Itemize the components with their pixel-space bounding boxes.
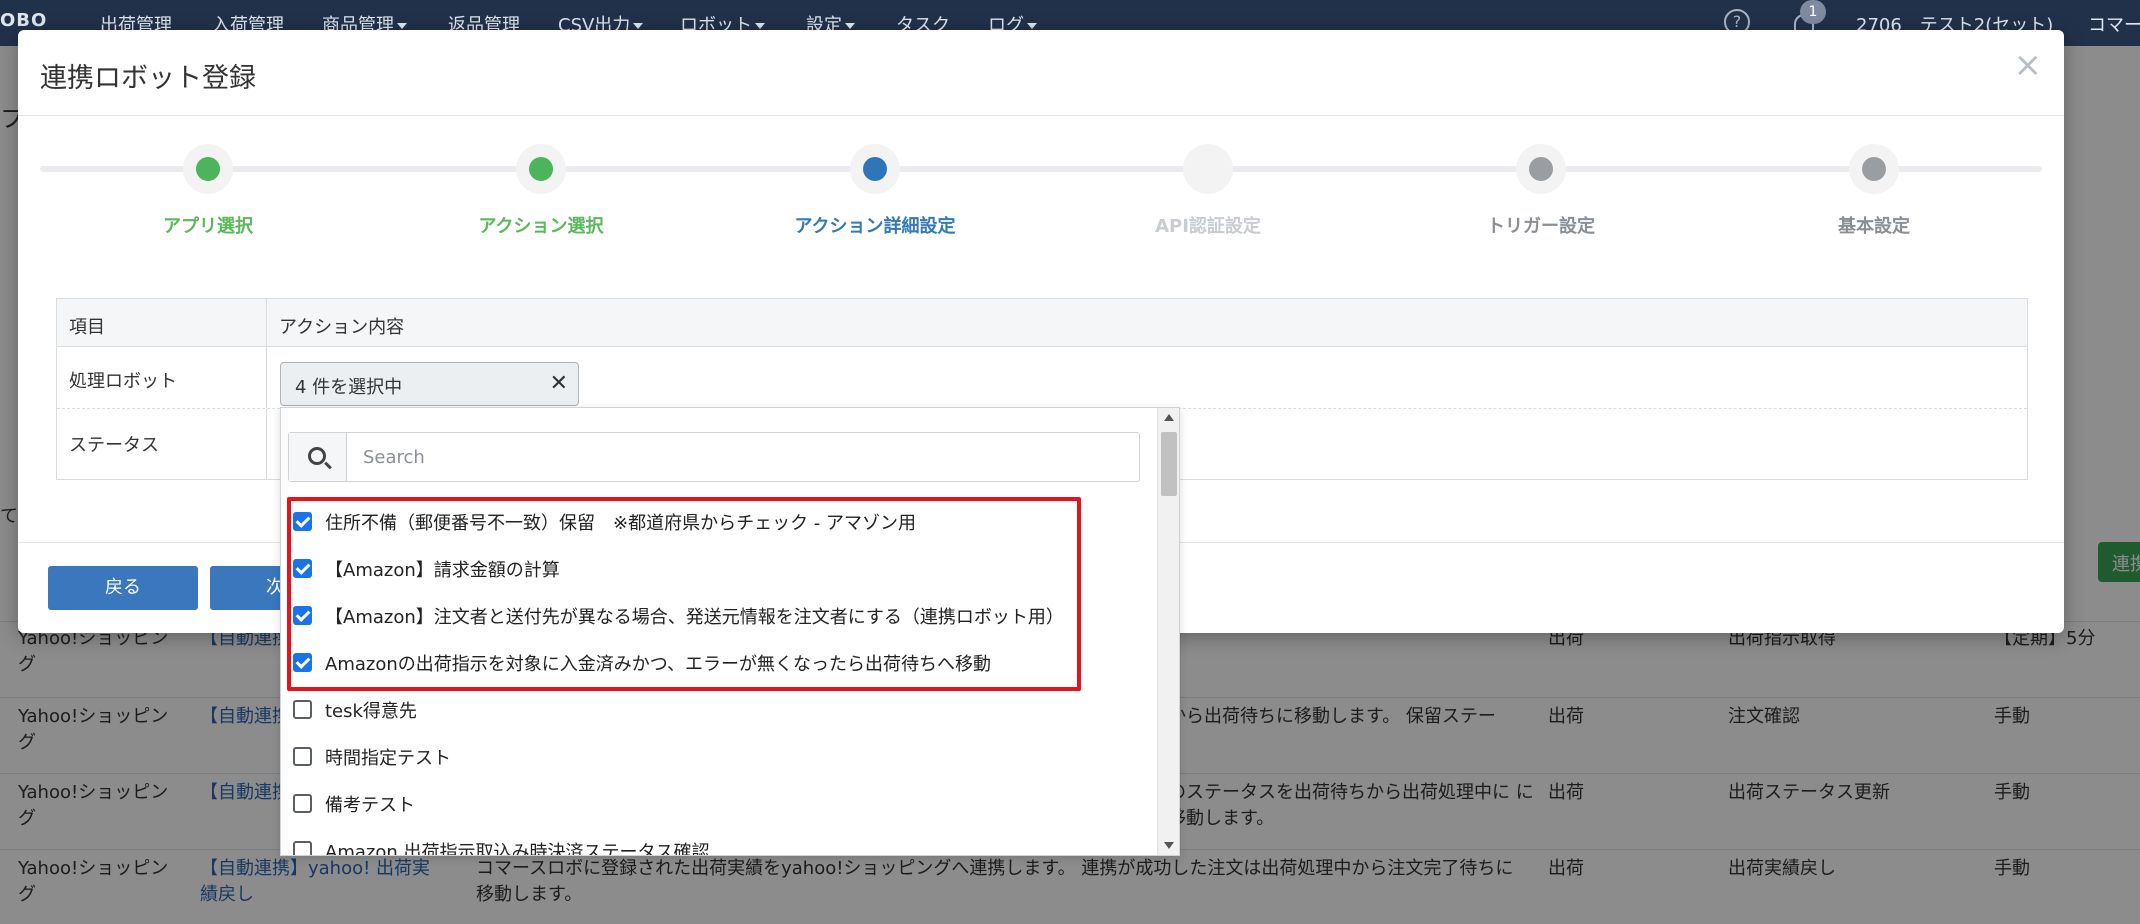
step-dot xyxy=(863,157,887,181)
chevron-down-icon xyxy=(633,23,644,29)
app-logo[interactable]: OBO xyxy=(0,10,47,31)
step-dot xyxy=(529,157,553,181)
divider xyxy=(18,115,2064,116)
scroll-down-icon[interactable] xyxy=(1164,842,1174,849)
option-checkbox[interactable] xyxy=(293,794,312,813)
step-marker xyxy=(1516,144,1566,194)
step-dot xyxy=(196,157,220,181)
step-marker xyxy=(183,144,233,194)
scroll-thumb[interactable] xyxy=(1161,432,1177,496)
step-marker xyxy=(850,144,900,194)
clear-x-icon[interactable]: ✕ xyxy=(550,371,568,396)
step-label: アクション詳細設定 xyxy=(794,216,956,237)
label-robot: 処理ロボット xyxy=(57,347,267,408)
header-item: 項目 xyxy=(57,299,267,346)
search-input[interactable] xyxy=(349,433,1139,481)
step-dot xyxy=(1529,157,1553,181)
back-button[interactable]: 戻る xyxy=(48,566,198,610)
modal-title: 連携ロボット登録 xyxy=(40,63,256,94)
step-4: API認証設定 xyxy=(1058,144,1358,238)
selected-count: 4 件を選択中 xyxy=(295,377,403,398)
robot-multiselect[interactable]: 4 件を選択中 ✕ xyxy=(280,362,579,406)
option-label: Amazon 出荷指示取込み時決済ステータス確認 xyxy=(325,842,710,856)
step-label: 基本設定 xyxy=(1838,216,1910,237)
step-1: アプリ選択 xyxy=(58,144,358,238)
step-marker xyxy=(1183,144,1233,194)
step-2: アクション選択 xyxy=(391,144,691,238)
option-checkbox[interactable] xyxy=(293,747,312,766)
option-label: 時間指定テスト xyxy=(325,748,451,769)
step-5: トリガー設定 xyxy=(1391,144,1691,238)
scroll-up-icon[interactable] xyxy=(1164,414,1174,421)
option-checkbox[interactable] xyxy=(293,841,312,855)
highlight-box xyxy=(287,497,1081,691)
step-3: アクション詳細設定 xyxy=(725,144,1025,238)
table-header: 項目 アクション内容 xyxy=(57,299,2027,347)
chevron-down-icon xyxy=(397,23,407,29)
chevron-down-icon xyxy=(845,23,855,29)
step-6: 基本設定 xyxy=(1724,144,2024,238)
option-label: tesk得意先 xyxy=(325,701,417,722)
dropdown-scrollbar[interactable] xyxy=(1157,408,1179,855)
header-action: アクション内容 xyxy=(279,317,405,338)
chevron-down-icon xyxy=(1027,23,1037,29)
step-dot xyxy=(1862,157,1886,181)
label-status: ステータス xyxy=(57,409,267,479)
close-icon[interactable]: × xyxy=(2014,48,2043,82)
option-checkbox[interactable] xyxy=(293,700,312,719)
step-label: アクション選択 xyxy=(478,216,604,237)
org-name: コマー xyxy=(2088,15,2140,36)
option-label: 備考テスト xyxy=(325,795,415,816)
step-marker xyxy=(516,144,566,194)
chevron-down-icon xyxy=(755,23,765,29)
search-box xyxy=(288,432,1140,482)
search-icon xyxy=(308,447,326,465)
step-label: API認証設定 xyxy=(1155,216,1261,237)
step-marker xyxy=(1849,144,1899,194)
step-label: アプリ選択 xyxy=(163,216,253,237)
robot-options-dropdown: 住所不備（郵便番号不一致）保留 ※都道府県からチェック - アマゾン用【Amaz… xyxy=(280,407,1180,856)
notification-badge: 1 xyxy=(1800,0,1826,24)
step-label: トリガー設定 xyxy=(1487,216,1595,237)
